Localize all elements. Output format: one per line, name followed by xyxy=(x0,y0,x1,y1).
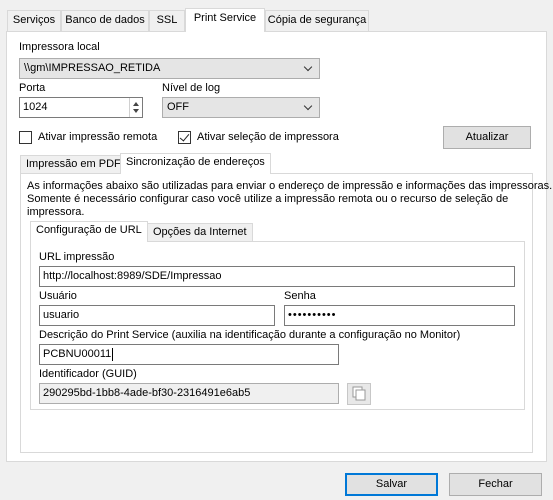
close-button[interactable]: Fechar xyxy=(449,473,542,496)
sync-description-line1: As informações abaixo são utilizadas par… xyxy=(27,180,553,192)
text-cursor xyxy=(112,347,114,361)
url-label: URL impressão xyxy=(39,251,115,263)
url-input[interactable]: http://localhost:8989/SDE/Impressao xyxy=(39,266,515,287)
printer-select[interactable]: \\gm\IMPRESSAO_RETIDA xyxy=(19,58,320,79)
chevron-down-icon xyxy=(303,101,313,111)
port-spinner[interactable] xyxy=(129,98,142,117)
sync-description-line2: Somente é necessário configurar caso voc… xyxy=(27,193,509,205)
sync-description-line3: impressora. xyxy=(27,206,85,218)
spin-down-icon[interactable] xyxy=(133,109,139,113)
printer-value: \\gm\IMPRESSAO_RETIDA xyxy=(24,62,161,74)
copy-icon xyxy=(352,386,366,401)
log-level-value: OFF xyxy=(167,101,189,113)
log-level-label: Nível de log xyxy=(162,82,221,94)
chevron-down-icon xyxy=(303,62,313,72)
port-value: 1024 xyxy=(23,101,48,113)
subtab-opcoes-internet[interactable]: Opções da Internet xyxy=(147,223,253,242)
subtab-impressao-pdf[interactable]: Impressão em PDF xyxy=(20,155,127,174)
update-button[interactable]: Atualizar xyxy=(443,126,531,149)
user-label: Usuário xyxy=(39,290,77,302)
remote-print-label[interactable]: Ativar impressão remota xyxy=(38,131,157,143)
port-label: Porta xyxy=(19,82,46,94)
password-label: Senha xyxy=(284,290,316,302)
copy-guid-button[interactable] xyxy=(347,383,371,405)
service-description-label: Descrição do Print Service (auxilia na i… xyxy=(39,329,461,341)
guid-label: Identificador (GUID) xyxy=(39,368,137,380)
port-input[interactable]: 1024 xyxy=(19,97,143,118)
user-input[interactable]: usuario xyxy=(39,305,275,326)
service-description-input[interactable]: PCBNU00011 xyxy=(39,344,339,365)
subtab-configuracao-url[interactable]: Configuração de URL xyxy=(30,221,148,242)
subtab-sincronizacao[interactable]: Sincronização de endereços xyxy=(120,153,271,174)
guid-input[interactable]: 290295bd-1bb8-4ade-bf30-2316491e6ab5 xyxy=(39,383,339,404)
printer-label: Impressora local xyxy=(19,41,100,53)
remote-print-checkbox[interactable] xyxy=(19,131,32,144)
log-level-select[interactable]: OFF xyxy=(162,97,320,118)
save-button[interactable]: Salvar xyxy=(345,473,438,496)
password-input[interactable]: •••••••••• xyxy=(284,305,515,326)
service-description-value: PCBNU00011 xyxy=(43,348,112,360)
printer-selection-checkbox[interactable] xyxy=(178,131,191,144)
printer-selection-label[interactable]: Ativar seleção de impressora xyxy=(197,131,339,143)
spin-up-icon[interactable] xyxy=(133,102,139,106)
